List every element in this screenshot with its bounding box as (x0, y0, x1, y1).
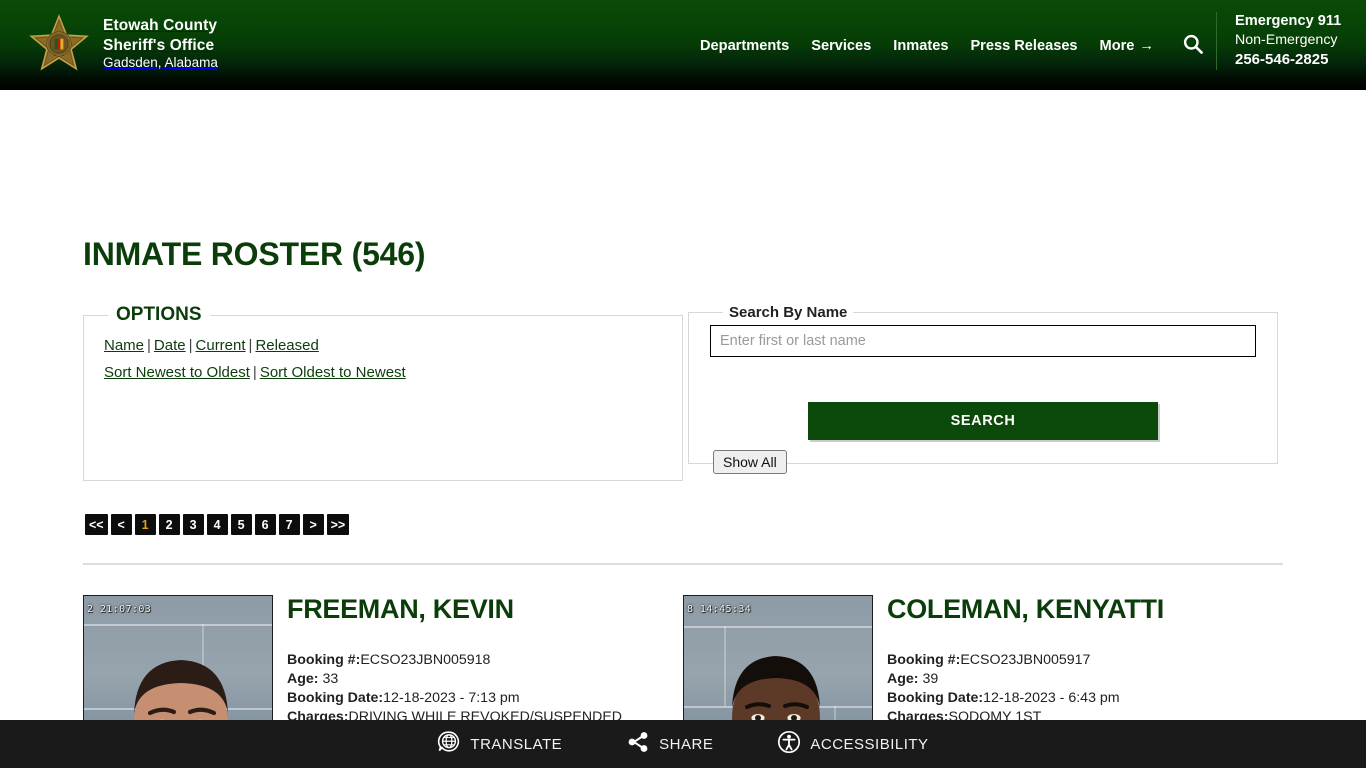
emergency-contact-block: Emergency 911 Non-Emergency 256-546-2825 (1216, 12, 1366, 70)
inmate-name: FREEMAN, KEVIN (287, 594, 514, 624)
option-link-released[interactable]: Released (255, 337, 318, 354)
site-footer-toolbar: TRANSLATE SHARE ACCESSIBILITY (0, 720, 1366, 768)
globe-speech-bubble-icon (437, 730, 461, 758)
page-title: INMATE ROSTER (546) (83, 236, 426, 272)
pagination-page-6[interactable]: 6 (254, 514, 276, 535)
booking-date-value: 12-18-2023 - 7:13 pm (383, 689, 520, 706)
options-separator: | (248, 337, 253, 354)
inmate-age-row: Age: 39 (887, 670, 1273, 689)
non-emergency-label: Non-Emergency (1235, 32, 1338, 49)
pagination-next[interactable]: > (302, 514, 324, 535)
booking-date-label: Booking Date: (887, 689, 984, 706)
age-value: 39 (922, 670, 939, 687)
nav-item-services[interactable]: Services (811, 38, 871, 54)
search-icon (1182, 33, 1204, 58)
site-header: Etowah County Sheriff's Office Gadsden, … (0, 0, 1366, 90)
translate-button[interactable]: TRANSLATE (431, 729, 568, 759)
nav-item-inmates[interactable]: Inmates (893, 38, 948, 54)
search-submit-button[interactable]: SEARCH (808, 402, 1158, 440)
mugshot-timestamp: 8 14:45:34 (687, 604, 752, 615)
options-sort-row: Sort Newest to Oldest | Sort Oldest to New… (104, 359, 668, 386)
nav-item-more-label: More (1099, 37, 1135, 54)
options-legend: OPTIONS (116, 304, 202, 325)
inmate-booking-number-row: Booking #:ECSO23JBN005917 (887, 651, 1273, 670)
non-emergency-number[interactable]: 256-546-2825 (1235, 50, 1366, 70)
age-label: Age: (287, 670, 319, 687)
main-navigation: Departments Services Inmates Press Relea… (700, 33, 1204, 58)
options-panel: OPTIONS Name | Date | Current | Released Sort … (83, 304, 683, 481)
pagination-first[interactable]: << (85, 514, 108, 535)
header-search-button[interactable] (1182, 33, 1204, 58)
options-separator: | (147, 337, 151, 354)
age-value: 33 (322, 670, 339, 687)
arrow-right-icon: → (1139, 37, 1155, 54)
inmate-booking-date-row: Booking Date:12-18-2023 - 7:13 pm (287, 689, 673, 708)
search-panel: Search By Name SEARCH Show All (688, 304, 1278, 474)
share-nodes-icon (626, 730, 650, 758)
share-label: SHARE (659, 735, 714, 753)
pagination-page-1[interactable]: 1 (134, 514, 156, 535)
brand-line-2: Sheriff's Office (103, 36, 215, 54)
options-separator: | (188, 337, 193, 354)
pagination-page-5[interactable]: 5 (230, 514, 252, 535)
options-filter-row: Name | Date | Current | Released (104, 332, 668, 359)
option-link-current[interactable]: Current (196, 337, 246, 354)
inmate-booking-number-row: Booking #:ECSO23JBN005918 (287, 651, 673, 670)
search-legend: Search By Name (729, 304, 848, 321)
option-link-name[interactable]: Name (104, 337, 144, 354)
inmate-booking-date-row: Booking Date:12-18-2023 - 6:43 pm (887, 689, 1273, 708)
pagination-last[interactable]: >> (326, 514, 350, 535)
nav-item-departments[interactable]: Departments (700, 38, 789, 54)
pagination-page-3[interactable]: 3 (182, 514, 204, 535)
pagination-page-4[interactable]: 4 (206, 514, 228, 535)
nav-item-more[interactable]: More → (1100, 38, 1154, 54)
accessibility-button[interactable]: ACCESSIBILITY (771, 729, 934, 759)
content-divider (83, 563, 1283, 565)
booking-number-value: ECSO23JBN005918 (360, 651, 491, 668)
pagination: << < 1 2 3 4 5 6 7 > >> (85, 514, 350, 535)
booking-date-label: Booking Date: (287, 689, 384, 706)
booking-number-label: Booking #: (887, 651, 961, 668)
translate-label: TRANSLATE (470, 735, 563, 753)
mugshot-timestamp: 2 21:07:03 (87, 604, 152, 615)
age-label: Age: (887, 670, 919, 687)
option-link-sort-oldest-to-newest[interactable]: Sort Oldest to Newest (260, 364, 406, 381)
nav-item-press-releases[interactable]: Press Releases (970, 38, 1077, 54)
share-button[interactable]: SHARE (620, 729, 719, 759)
accessibility-person-icon (777, 730, 801, 758)
brand-line-1: Etowah County (103, 17, 218, 35)
pagination-page-2[interactable]: 2 (158, 514, 180, 535)
booking-number-value: ECSO23JBN005917 (960, 651, 1091, 668)
option-link-date[interactable]: Date (154, 337, 186, 354)
option-link-sort-newest-to-oldest[interactable]: Sort Newest to Oldest (104, 364, 250, 381)
brand-line-3: Gadsden, Alabama (103, 54, 218, 70)
emergency-number-label: Emergency 911 (1235, 13, 1342, 29)
accessibility-label: ACCESSIBILITY (810, 735, 929, 753)
sheriff-star-badge-icon (28, 13, 90, 75)
options-separator: | (252, 364, 257, 381)
show-all-button[interactable]: Show All (713, 450, 787, 474)
inmate-name: COLEMAN, KENYATTI (887, 594, 1164, 624)
booking-date-value: 12-18-2023 - 6:43 pm (983, 689, 1120, 706)
inmate-age-row: Age: 33 (287, 670, 673, 689)
search-input[interactable] (710, 325, 1256, 357)
pagination-prev[interactable]: < (110, 514, 132, 535)
pagination-page-7[interactable]: 7 (278, 514, 300, 535)
booking-number-label: Booking #: (287, 651, 361, 668)
site-logo-link[interactable]: Etowah County Sheriff's Office Gadsden, … (0, 0, 218, 78)
